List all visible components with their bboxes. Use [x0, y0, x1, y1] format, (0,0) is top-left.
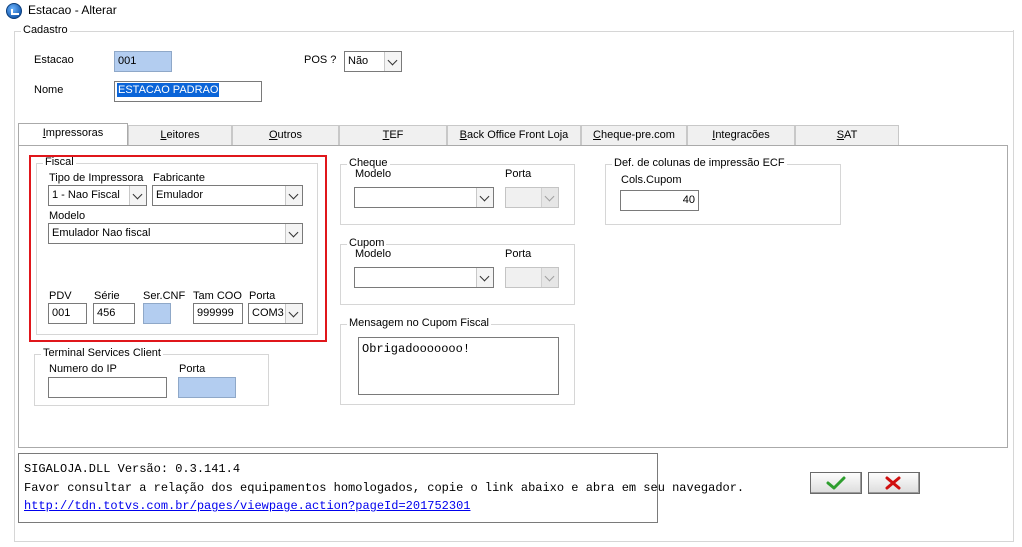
ser-cnf-label: Ser.CNF — [143, 290, 186, 302]
cheque-modelo-select[interactable] — [354, 187, 494, 208]
mensagem-textarea[interactable]: Obrigadooooooo! — [358, 337, 559, 395]
mensagem-group-title: Mensagem no Cupom Fiscal — [347, 317, 492, 329]
cupom-porta-select[interactable] — [505, 267, 559, 288]
serie-field[interactable]: 456 — [93, 303, 135, 324]
pos-select[interactable]: Não — [344, 51, 402, 72]
tam-coo-field[interactable]: 999999 — [193, 303, 243, 324]
modelo-select[interactable]: Emulador Nao fiscal — [48, 223, 303, 244]
porta-label: Porta — [249, 290, 276, 302]
cancel-button[interactable] — [868, 472, 920, 494]
porta-value: COM3 — [252, 307, 284, 319]
info-box: SIGALOJA.DLL Versão: 0.3.141.4 Favor con… — [18, 453, 745, 523]
pos-select-value: Não — [348, 55, 369, 67]
chevron-down-icon[interactable] — [285, 186, 302, 205]
fabricante-label: Fabricante — [153, 172, 205, 184]
terminal-porta-field[interactable] — [178, 377, 236, 398]
nome-value-selected: ESTACAO PADRAO — [117, 83, 220, 97]
numero-ip-field[interactable] — [48, 377, 167, 398]
pdv-label: PDV — [49, 290, 72, 302]
title-bar: Estacao - Alterar — [0, 0, 1022, 22]
tab-tef[interactable]: TEF — [339, 125, 447, 145]
terminal-porta-label: Porta — [179, 363, 206, 375]
chevron-down-icon — [541, 188, 558, 207]
modelo-value: Emulador Nao fiscal — [52, 227, 151, 239]
chevron-down-icon[interactable] — [476, 188, 493, 207]
ecf-group-title: Def. de colunas de impressão ECF — [612, 157, 787, 169]
x-icon — [885, 476, 901, 490]
tam-coo-label: Tam COO — [193, 290, 242, 302]
chevron-down-icon — [541, 268, 558, 287]
pdv-field[interactable]: 001 — [48, 303, 87, 324]
tab-outros[interactable]: Outros — [232, 125, 339, 145]
estacao-field[interactable]: 001 — [114, 51, 172, 72]
tab-leitores[interactable]: Leitores — [128, 125, 232, 145]
tipo-impressora-select[interactable]: 1 - Nao Fiscal — [48, 185, 147, 206]
terminal-services-group-title: Terminal Services Client — [41, 347, 163, 359]
window-border-bottom — [14, 541, 1014, 542]
fabricante-select[interactable]: Emulador — [152, 185, 303, 206]
tab-sat[interactable]: SAT — [795, 125, 899, 145]
fabricante-value: Emulador — [156, 189, 204, 201]
chevron-down-icon[interactable] — [285, 304, 302, 323]
porta-select[interactable]: COM3 — [248, 303, 303, 324]
chevron-down-icon[interactable] — [129, 186, 146, 205]
info-message-text: Favor consultar a relação dos equipament… — [24, 480, 745, 495]
chevron-down-icon[interactable] — [285, 224, 302, 243]
cheque-porta-label: Porta — [505, 168, 532, 180]
modelo-label: Modelo — [49, 210, 86, 222]
cols-cupom-field[interactable]: 40 — [620, 190, 699, 211]
serie-label: Série — [94, 290, 120, 302]
tipo-impressora-label: Tipo de Impressora — [49, 172, 144, 184]
confirm-button[interactable] — [810, 472, 862, 494]
cheque-porta-select[interactable] — [505, 187, 559, 208]
tab-back-office-front-loja[interactable]: Back Office Front Loja — [447, 125, 581, 145]
chevron-down-icon[interactable] — [476, 268, 493, 287]
numero-ip-label: Numero do IP — [49, 363, 117, 375]
chevron-down-icon[interactable] — [384, 52, 401, 71]
ser-cnf-field[interactable] — [143, 303, 171, 324]
window-title: Estacao - Alterar — [28, 3, 117, 17]
nome-label: Nome — [34, 84, 64, 96]
cupom-modelo-select[interactable] — [354, 267, 494, 288]
cadastro-group-title: Cadastro — [21, 24, 70, 36]
tab-integracoes[interactable]: Integracões — [687, 125, 795, 145]
tab-impressoras[interactable]: Impressoras — [18, 123, 128, 147]
cupom-modelo-label: Modelo — [355, 248, 392, 260]
dll-version-text: SIGALOJA.DLL Versão: 0.3.141.4 — [24, 462, 241, 476]
nome-field[interactable]: ESTACAO PADRAO — [114, 81, 262, 102]
cupom-porta-label: Porta — [505, 248, 532, 260]
pos-label: POS ? — [304, 54, 337, 66]
estacao-label: Estacao — [34, 54, 74, 66]
tipo-impressora-value: 1 - Nao Fiscal — [52, 189, 120, 201]
cols-cupom-label: Cols.Cupom — [621, 174, 682, 186]
check-icon — [826, 476, 846, 490]
homologados-link[interactable]: http://tdn.totvs.com.br/pages/viewpage.a… — [24, 499, 470, 513]
cheque-modelo-label: Modelo — [355, 168, 392, 180]
app-icon — [6, 3, 22, 19]
tab-cheque-pre[interactable]: Cheque-pre.com — [581, 125, 687, 145]
